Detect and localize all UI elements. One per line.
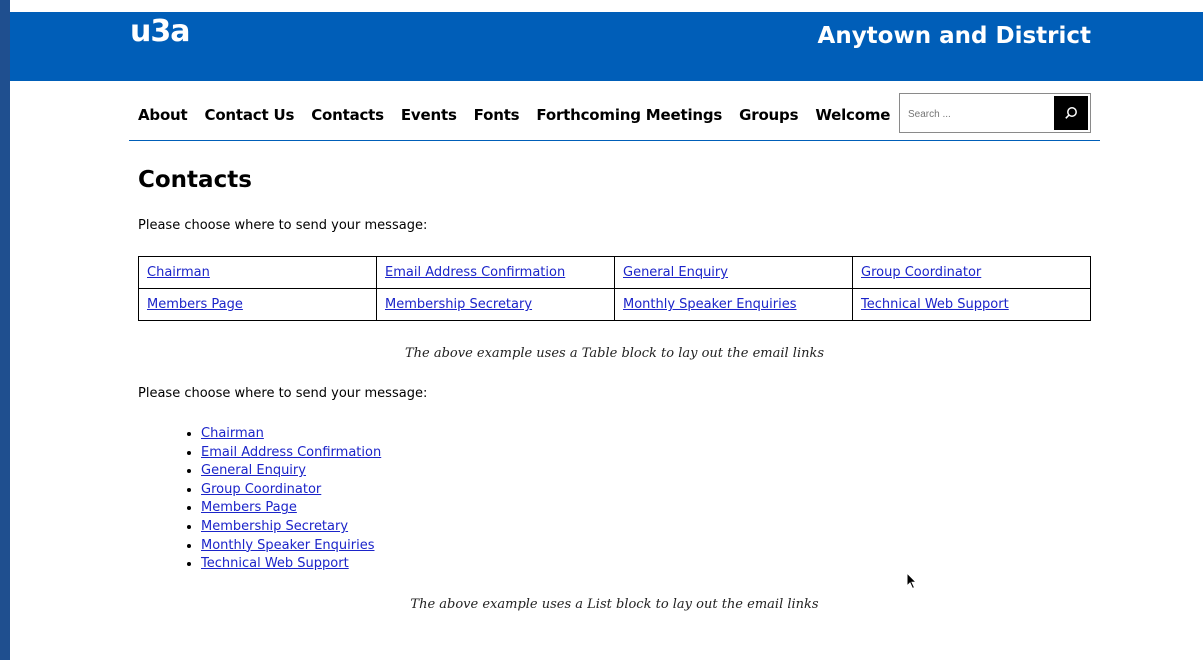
table-cell: Technical Web Support	[852, 288, 1091, 321]
list-link-members-page[interactable]: Members Page	[201, 500, 297, 515]
intro-text-table: Please choose where to send your message…	[138, 218, 428, 233]
nav-item-events[interactable]: Events	[401, 106, 457, 124]
search-input[interactable]	[906, 103, 1050, 125]
contact-link-group-coordinator[interactable]: Group Coordinator	[861, 265, 981, 280]
contact-link-chairman[interactable]: Chairman	[147, 265, 210, 280]
list-item: Membership Secretary	[201, 518, 381, 537]
top-strip	[0, 0, 1203, 12]
nav-item-groups[interactable]: Groups	[739, 106, 798, 124]
list-link-general-enquiry[interactable]: General Enquiry	[201, 463, 306, 478]
contact-link-technical-web-support[interactable]: Technical Web Support	[861, 297, 1009, 312]
mouse-cursor-icon	[906, 572, 918, 590]
list-item: Members Page	[201, 499, 381, 518]
list-link-technical-web-support[interactable]: Technical Web Support	[201, 556, 349, 571]
intro-text-list: Please choose where to send your message…	[138, 386, 428, 401]
u3a-logo[interactable]: u3a	[130, 14, 190, 49]
table-cell: Members Page	[138, 288, 377, 321]
list-item: Technical Web Support	[201, 555, 381, 574]
table-cell: Group Coordinator	[852, 256, 1091, 289]
nav-item-forthcoming-meetings[interactable]: Forthcoming Meetings	[536, 106, 722, 124]
table-caption: The above example uses a Table block to …	[404, 346, 825, 361]
contact-link-email-address-confirmation[interactable]: Email Address Confirmation	[385, 265, 565, 280]
table-row: Chairman Email Address Confirmation Gene…	[138, 256, 1091, 289]
table-cell: General Enquiry	[614, 256, 853, 289]
page-title: Contacts	[138, 167, 252, 193]
list-link-chairman[interactable]: Chairman	[201, 426, 264, 441]
list-link-membership-secretary[interactable]: Membership Secretary	[201, 519, 348, 534]
nav-item-contacts[interactable]: Contacts	[311, 106, 384, 124]
search-icon	[1065, 107, 1077, 119]
table-row: Members Page Membership Secretary Monthl…	[138, 288, 1091, 321]
list-link-email-address-confirmation[interactable]: Email Address Confirmation	[201, 445, 381, 460]
table-cell: Email Address Confirmation	[376, 256, 615, 289]
list-item: General Enquiry	[201, 462, 381, 481]
list-link-group-coordinator[interactable]: Group Coordinator	[201, 482, 321, 497]
table-cell: Chairman	[138, 256, 377, 289]
main-nav: About Contact Us Contacts Events Fonts F…	[138, 106, 907, 124]
list-item: Chairman	[201, 425, 381, 444]
contacts-table: Chairman Email Address Confirmation Gene…	[138, 256, 1091, 321]
search-button[interactable]	[1054, 96, 1088, 130]
table-cell: Monthly Speaker Enquiries	[614, 288, 853, 321]
nav-item-welcome[interactable]: Welcome	[815, 106, 890, 124]
list-item: Group Coordinator	[201, 481, 381, 500]
list-item: Monthly Speaker Enquiries	[201, 537, 381, 556]
contact-link-membership-secretary[interactable]: Membership Secretary	[385, 297, 532, 312]
nav-item-about[interactable]: About	[138, 106, 188, 124]
nav-item-fonts[interactable]: Fonts	[474, 106, 520, 124]
list-link-monthly-speaker-enquiries[interactable]: Monthly Speaker Enquiries	[201, 538, 374, 553]
table-cell: Membership Secretary	[376, 288, 615, 321]
nav-divider	[129, 140, 1100, 141]
list-caption: The above example uses a List block to l…	[410, 597, 819, 612]
contact-link-general-enquiry[interactable]: General Enquiry	[623, 265, 728, 280]
search-form	[899, 93, 1091, 133]
contact-link-members-page[interactable]: Members Page	[147, 297, 243, 312]
nav-item-contact-us[interactable]: Contact Us	[205, 106, 295, 124]
contacts-list: Chairman Email Address Confirmation Gene…	[183, 425, 381, 574]
window-left-edge	[0, 0, 10, 660]
contact-link-monthly-speaker-enquiries[interactable]: Monthly Speaker Enquiries	[623, 297, 796, 312]
list-item: Email Address Confirmation	[201, 444, 381, 463]
site-title[interactable]: Anytown and District	[818, 23, 1091, 49]
